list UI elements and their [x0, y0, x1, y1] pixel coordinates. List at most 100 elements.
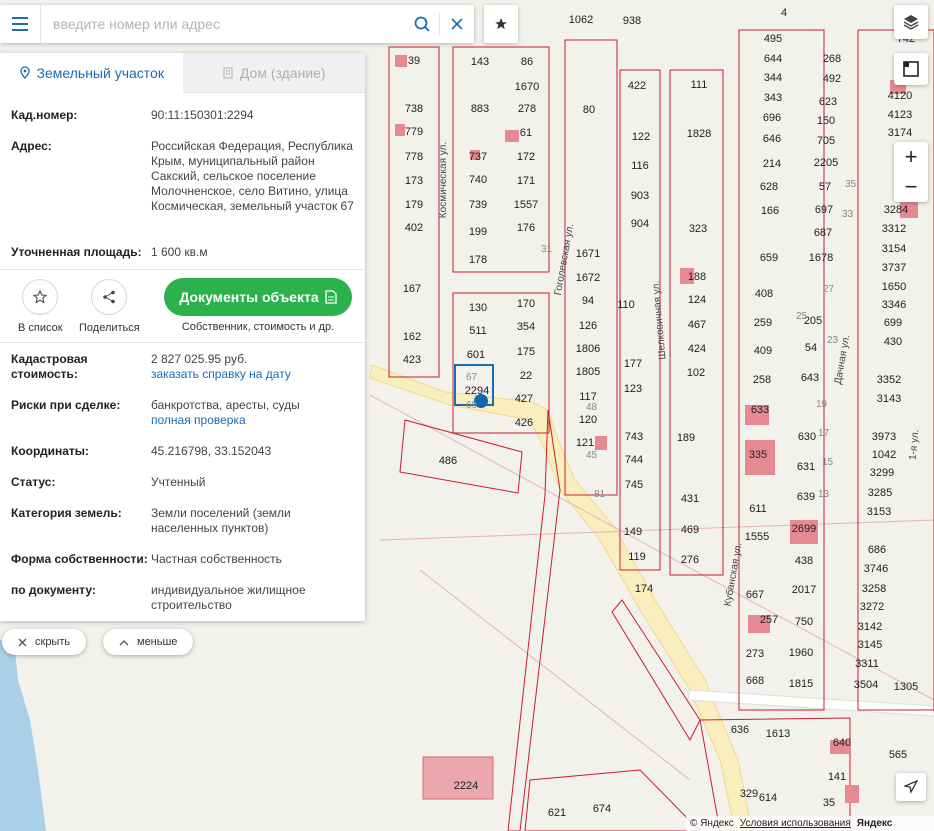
terms-of-use-link[interactable]: Условия использования — [740, 818, 851, 829]
parcel-label-273[interactable]: 273 — [746, 648, 764, 660]
parcel-label-174[interactable]: 174 — [635, 583, 653, 595]
parcel-label-3142[interactable]: 3142 — [858, 621, 882, 633]
parcel-label-35[interactable]: 35 — [823, 797, 835, 809]
parcel-label-636[interactable]: 636 — [731, 724, 749, 736]
parcel-label-4[interactable]: 4 — [781, 7, 787, 19]
parcel-label-469[interactable]: 469 — [681, 524, 699, 536]
parcel-label-343[interactable]: 343 — [764, 92, 782, 104]
parcel-label-667[interactable]: 667 — [746, 589, 764, 601]
parcel-label-1555[interactable]: 1555 — [745, 531, 769, 543]
favorites-button[interactable] — [484, 5, 518, 43]
parcel-label-116[interactable]: 116 — [631, 160, 649, 172]
parcel-label-1042[interactable]: 1042 — [872, 449, 896, 461]
parcel-label-623[interactable]: 623 — [819, 96, 837, 108]
parcel-label-687[interactable]: 687 — [814, 227, 832, 239]
parcel-label-121[interactable]: 121 — [576, 437, 594, 449]
parcel-label-739[interactable]: 739 — [469, 199, 487, 211]
parcel-label-150[interactable]: 150 — [817, 115, 835, 127]
parcel-label-1670[interactable]: 1670 — [515, 81, 539, 93]
parcel-label-3504[interactable]: 3504 — [854, 679, 878, 691]
parcel-label-3258[interactable]: 3258 — [862, 583, 886, 595]
parcel-label-3973[interactable]: 3973 — [872, 431, 896, 443]
parcel-label-162[interactable]: 162 — [403, 331, 421, 343]
parcel-label-743[interactable]: 743 — [625, 431, 643, 443]
parcel-label-1805[interactable]: 1805 — [576, 366, 600, 378]
parcel-label-740[interactable]: 740 — [469, 174, 487, 186]
parcel-label-126[interactable]: 126 — [579, 320, 597, 332]
parcel-label-4123[interactable]: 4123 — [888, 109, 912, 121]
parcel-label-173[interactable]: 173 — [405, 175, 423, 187]
parcel-label-39[interactable]: 39 — [408, 55, 420, 67]
parcel-label-4120[interactable]: 4120 — [888, 90, 912, 102]
parcel-label-903[interactable]: 903 — [631, 190, 649, 202]
parcel-label-178[interactable]: 178 — [469, 254, 487, 266]
parcel-label-621[interactable]: 621 — [548, 807, 566, 819]
parcel-label-323[interactable]: 323 — [689, 223, 707, 235]
parcel-label-329[interactable]: 329 — [740, 788, 758, 800]
parcel-label-3746[interactable]: 3746 — [864, 563, 888, 575]
parcel-label-171[interactable]: 171 — [517, 175, 535, 187]
parcel-label-335[interactable]: 335 — [749, 449, 767, 461]
parcel-label-631[interactable]: 631 — [797, 461, 815, 473]
full-check-link[interactable]: полная проверка — [151, 413, 300, 428]
parcel-label-268[interactable]: 268 — [823, 53, 841, 65]
parcel-label-258[interactable]: 258 — [753, 374, 771, 386]
parcel-label-102[interactable]: 102 — [687, 367, 705, 379]
parcel-label-54[interactable]: 54 — [805, 342, 817, 354]
parcel-label-176[interactable]: 176 — [517, 222, 535, 234]
parcel-label-57[interactable]: 57 — [819, 181, 831, 193]
parcel-label-423[interactable]: 423 — [403, 354, 421, 366]
parcel-label-94[interactable]: 94 — [582, 295, 594, 307]
parcel-label-120[interactable]: 120 — [579, 414, 597, 426]
parcel-label-883[interactable]: 883 — [471, 103, 489, 115]
parcel-label-3272[interactable]: 3272 — [860, 601, 884, 613]
parcel-label-630[interactable]: 630 — [798, 431, 816, 443]
order-certificate-link[interactable]: заказать справку на дату — [151, 367, 291, 382]
parcel-label-1960[interactable]: 1960 — [789, 647, 813, 659]
parcel-label-705[interactable]: 705 — [817, 135, 835, 147]
parcel-label-778[interactable]: 778 — [405, 151, 423, 163]
clear-search-button[interactable] — [440, 5, 474, 43]
parcel-label-3346[interactable]: 3346 — [882, 299, 906, 311]
parcel-label-422[interactable]: 422 — [628, 80, 646, 92]
parcel-label-122[interactable]: 122 — [632, 131, 650, 143]
parcel-label-119[interactable]: 119 — [628, 551, 646, 563]
parcel-label-179[interactable]: 179 — [405, 199, 423, 211]
parcel-label-61[interactable]: 61 — [520, 127, 532, 139]
parcel-label-3153[interactable]: 3153 — [867, 506, 891, 518]
parcel-label-2205[interactable]: 2205 — [814, 157, 838, 169]
parcel-label-3143[interactable]: 3143 — [877, 393, 901, 405]
parcel-label-2017[interactable]: 2017 — [792, 584, 816, 596]
parcel-label-3312[interactable]: 3312 — [882, 223, 906, 235]
parcel-label-1672[interactable]: 1672 — [576, 272, 600, 284]
parcel-label-495[interactable]: 495 — [764, 33, 782, 45]
parcel-label-614[interactable]: 614 — [759, 792, 777, 804]
parcel-label-699[interactable]: 699 — [884, 317, 902, 329]
parcel-label-2294[interactable]: 2294 — [465, 385, 489, 397]
parcel-label-344[interactable]: 344 — [764, 72, 782, 84]
parcel-label-166[interactable]: 166 — [761, 205, 779, 217]
add-to-list-button[interactable]: В список — [18, 279, 63, 334]
parcel-label-438[interactable]: 438 — [795, 555, 813, 567]
parcel-label-1305[interactable]: 1305 — [894, 681, 918, 693]
parcel-label-696[interactable]: 696 — [763, 112, 781, 124]
parcel-label-1557[interactable]: 1557 — [514, 199, 538, 211]
object-documents-button[interactable]: Документы объекта — [164, 278, 352, 316]
parcel-label-3174[interactable]: 3174 — [888, 127, 912, 139]
parcel-label-3154[interactable]: 3154 — [882, 243, 906, 255]
parcel-label-111[interactable]: 111 — [691, 79, 708, 91]
parcel-label-611[interactable]: 611 — [749, 503, 767, 515]
layers-button[interactable] — [894, 5, 928, 39]
parcel-label-697[interactable]: 697 — [815, 204, 833, 216]
parcel-label-110[interactable]: 110 — [617, 299, 635, 311]
parcel-label-86[interactable]: 86 — [521, 56, 533, 68]
parcel-label-2699[interactable]: 2699 — [792, 523, 816, 535]
parcel-label-1650[interactable]: 1650 — [882, 281, 906, 293]
parcel-label-686[interactable]: 686 — [868, 544, 886, 556]
hide-panel-button[interactable]: скрыть — [2, 629, 87, 655]
search-button[interactable] — [405, 5, 439, 43]
parcel-label-1806[interactable]: 1806 — [576, 343, 600, 355]
parcel-label-639[interactable]: 639 — [797, 491, 815, 503]
parcel-label-259[interactable]: 259 — [754, 317, 772, 329]
ruler-button[interactable] — [894, 53, 928, 85]
